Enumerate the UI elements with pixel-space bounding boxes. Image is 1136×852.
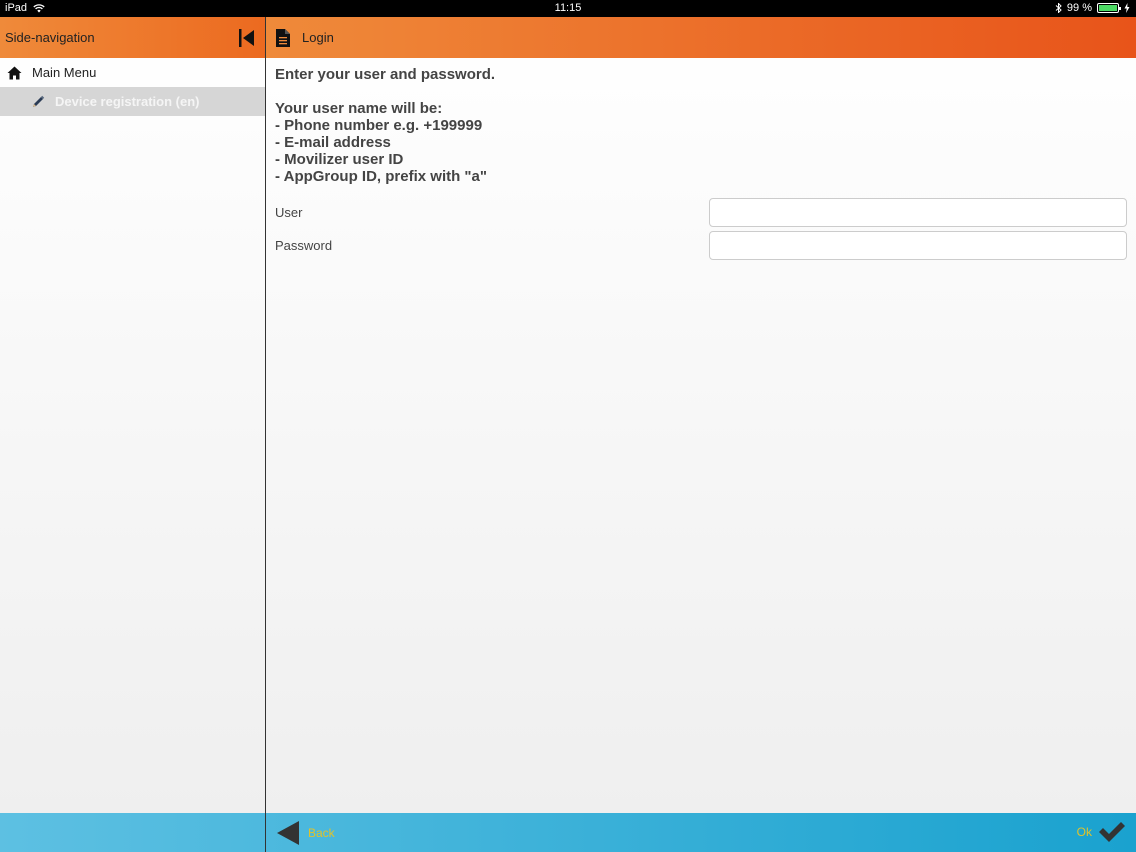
ok-button[interactable]: Ok [1077,821,1126,843]
bluetooth-icon [1055,3,1062,13]
instruction-line: Your user name will be: [275,100,443,117]
side-navigation-header: Side-navigation [0,17,265,58]
instruction-line: Enter your user and password. [275,66,496,83]
login-instructions: Enter your user and password. Your user … [275,66,1127,185]
sidebar-item-label: Device registration (en) [55,94,200,109]
login-form: User Password [275,196,1127,262]
sidebar-item-main-menu[interactable]: Main Menu [0,58,265,87]
toolbar-divider [265,813,266,852]
collapse-left-icon [239,28,254,47]
charging-icon [1124,3,1130,13]
battery-percent: 99 % [1066,2,1092,14]
user-label: User [275,205,303,220]
login-content: Enter your user and password. Your user … [266,58,1136,270]
user-input[interactable] [709,198,1127,227]
checkmark-icon [1099,822,1125,842]
side-navigation-title: Side-navigation [5,30,95,45]
sidebar-item-device-registration[interactable]: Device registration (en) [0,87,265,116]
instruction-line: - Movilizer user ID [275,151,404,168]
password-label: Password [275,238,333,253]
ok-button-label: Ok [1076,825,1092,839]
sidebar-item-label: Main Menu [32,65,97,80]
login-panel: Login Enter your user and password. Your… [266,17,1136,813]
instruction-line: - E-mail address [275,134,391,151]
instruction-line: - Phone number e.g. +199999 [275,117,483,134]
back-button-label: Back [308,826,335,840]
battery-icon [1097,3,1121,13]
login-header: Login [266,17,1136,58]
password-row: Password [275,229,1127,262]
pencil-icon [33,95,45,107]
back-arrow-icon [277,821,299,845]
status-bar-time: 11:15 [554,2,582,14]
back-button[interactable]: Back [276,820,335,846]
collapse-sidebar-button[interactable] [237,27,257,49]
user-row: User [275,196,1127,229]
bottom-toolbar: Back Ok [0,813,1136,852]
password-input[interactable] [709,231,1127,260]
status-bar: iPad 11:15 99 % [0,0,1136,17]
page-title: Login [302,30,334,45]
status-bar-right: 99 % [1055,2,1130,14]
home-icon [7,66,22,79]
document-icon [276,28,290,47]
side-navigation-panel: Side-navigation Main Menu Device registr… [0,17,265,813]
instruction-line: - AppGroup ID, prefix with "a" [275,168,487,185]
